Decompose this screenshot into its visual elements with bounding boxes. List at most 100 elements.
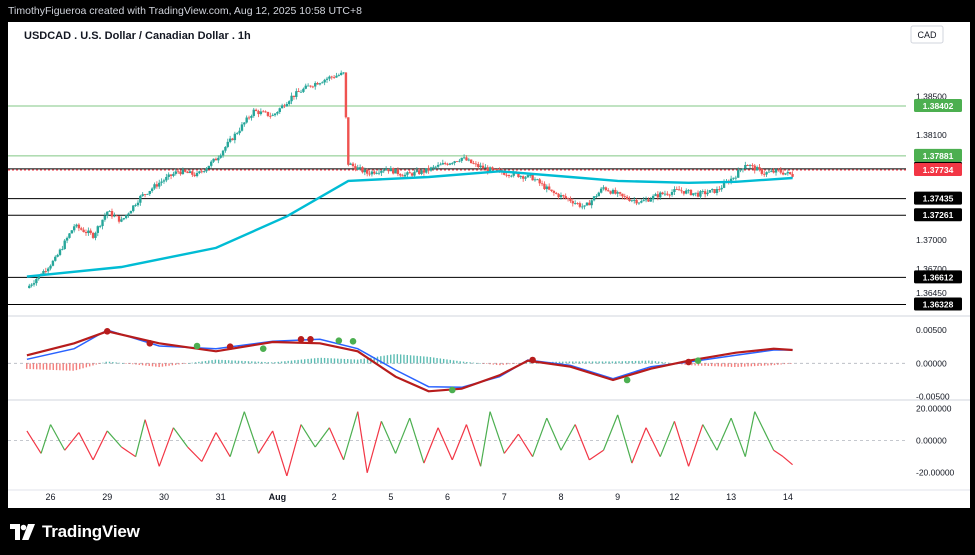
candle-body xyxy=(758,167,761,169)
candle-body xyxy=(136,202,140,206)
candle-body xyxy=(61,249,64,250)
tradingview-logo[interactable]: TradingView xyxy=(10,521,140,543)
candle-body xyxy=(659,192,662,198)
candle-body xyxy=(28,285,31,289)
oscillator-segment xyxy=(631,427,647,464)
level-label: 1.37881 xyxy=(923,151,954,161)
candle-body xyxy=(314,83,317,87)
candle-body xyxy=(774,169,778,173)
macd-histogram-bar xyxy=(621,361,624,364)
price-series xyxy=(26,70,794,289)
candle-body xyxy=(250,115,253,118)
macd-histogram-bar xyxy=(734,363,736,368)
macd-histogram-bar xyxy=(284,361,286,364)
macd-histogram-bar xyxy=(452,360,455,364)
candle-body xyxy=(614,189,617,194)
macd-histogram-bar xyxy=(257,361,260,364)
macd-histogram-bar xyxy=(155,363,157,367)
candle-body xyxy=(219,155,222,158)
oscillator-segment xyxy=(560,424,576,451)
candle-body xyxy=(696,192,700,197)
attribution-bar: TimothyFigueroa created with TradingView… xyxy=(0,0,975,22)
x-tick-label: 14 xyxy=(783,492,793,502)
candle-body xyxy=(519,176,523,178)
macd-histogram-bar xyxy=(442,358,445,364)
candle-body xyxy=(89,230,92,233)
candle-body xyxy=(668,194,671,196)
oscillator-segment xyxy=(144,419,160,467)
candle-body xyxy=(186,171,189,174)
candle-body xyxy=(193,174,196,177)
chart-area[interactable]: 1.38500 1.38100 1.37000 1.36700 1.36450 0.005… xyxy=(8,22,970,508)
candle-body xyxy=(269,115,272,117)
macd-histogram-bar xyxy=(72,363,74,371)
candle-body xyxy=(113,215,116,217)
chart-window: TimothyFigueroa created with TradingView… xyxy=(0,0,975,555)
macd-histogram-bar xyxy=(208,360,210,364)
candle-body xyxy=(406,172,409,175)
candle-body xyxy=(495,169,499,171)
macd-histogram-bar xyxy=(707,363,710,366)
macd-histogram-bar xyxy=(654,361,657,364)
candle-body xyxy=(87,230,90,234)
candle-body xyxy=(529,175,532,176)
candle-body xyxy=(637,202,641,204)
oscillator-segment xyxy=(257,430,274,454)
candle-body xyxy=(117,216,121,222)
candle-body xyxy=(394,169,397,174)
chart-canvas[interactable]: 1.385001.381001.370001.367001.364500.005… xyxy=(8,22,970,508)
candle-body xyxy=(44,271,48,272)
candle-body xyxy=(278,108,281,113)
macd-histogram-bar xyxy=(300,359,303,364)
candle-body xyxy=(718,189,721,190)
macd-histogram-bar xyxy=(651,360,653,364)
macd-histogram-bar xyxy=(456,360,458,364)
macd-histogram-bar xyxy=(459,361,461,364)
macd-histogram-bar xyxy=(277,361,279,364)
macd-histogram-bar xyxy=(201,361,203,364)
macd-histogram-bar xyxy=(466,361,468,364)
oscillator-segment xyxy=(26,430,42,454)
macd-cross-marker xyxy=(297,336,305,343)
macd-cross-marker xyxy=(448,386,456,394)
candle-body xyxy=(316,83,319,85)
candle-body xyxy=(292,95,296,97)
macd-histogram-bar xyxy=(59,363,61,371)
macd-histogram-bar xyxy=(760,363,762,366)
macd-histogram-bar xyxy=(608,361,610,364)
macd-histogram-bar xyxy=(773,363,776,366)
macd-histogram-bar xyxy=(714,363,716,367)
candle-body xyxy=(644,199,648,201)
candle-body xyxy=(491,167,494,170)
candle-body xyxy=(221,150,225,156)
macd-cross-marker xyxy=(259,345,267,352)
candle-body xyxy=(569,198,572,202)
candle-body xyxy=(306,85,310,87)
macd-histogram-bar xyxy=(52,363,54,370)
macd-histogram-bar xyxy=(757,363,759,366)
oscillator-segment xyxy=(158,427,174,467)
candle-body xyxy=(366,169,369,174)
x-tick-label: 29 xyxy=(102,492,112,502)
candle-body xyxy=(245,117,248,123)
candle-body xyxy=(273,113,277,116)
oscillator-segment xyxy=(423,427,439,464)
macd-histogram-bar xyxy=(62,363,64,371)
candle-body xyxy=(101,219,104,227)
x-tick-label: 12 xyxy=(669,492,679,502)
candle-body xyxy=(46,268,50,272)
candle-body xyxy=(254,109,258,112)
tradingview-logo-icon xyxy=(10,524,35,540)
candle-body xyxy=(578,203,582,207)
candle-body xyxy=(765,172,768,175)
candle-body xyxy=(354,166,357,170)
candle-body xyxy=(146,193,149,195)
macd-histogram-bar xyxy=(747,363,749,367)
macd-histogram-bar xyxy=(737,363,739,367)
candle-body xyxy=(472,163,475,164)
oscillator-segment xyxy=(744,411,756,457)
candle-body xyxy=(141,194,144,196)
macd-histogram-bar xyxy=(261,361,263,364)
candle-body xyxy=(240,124,244,131)
candle-body xyxy=(162,180,166,182)
